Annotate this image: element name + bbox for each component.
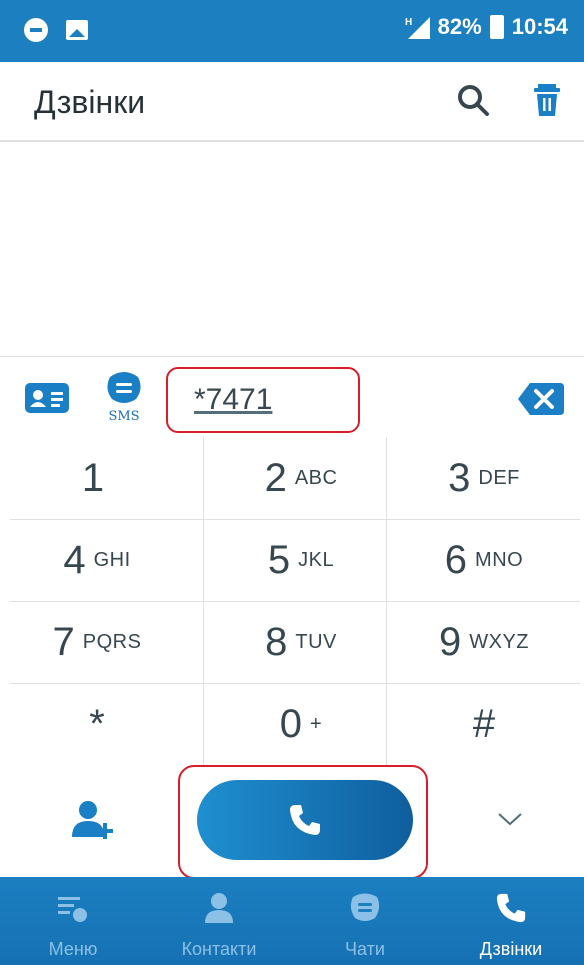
- battery-percent: 82%: [437, 14, 482, 39]
- backspace-icon[interactable]: [516, 381, 566, 417]
- bottom-nav: Меню Контакти Чати Дзвінки: [0, 877, 584, 965]
- contact-card-icon[interactable]: [25, 383, 69, 413]
- nav-label: Дзвінки: [479, 939, 543, 959]
- phone-icon: [496, 893, 526, 923]
- key-letters: WXYZ: [469, 630, 530, 653]
- page-title: Дзвінки: [34, 84, 146, 120]
- key-9[interactable]: 9 WXYZ: [387, 601, 581, 683]
- key-letters: ABC: [294, 466, 338, 489]
- search-icon[interactable]: [455, 82, 491, 118]
- nav-item-contacts[interactable]: Контакти: [146, 877, 292, 965]
- key-2[interactable]: 2 ABC: [204, 437, 398, 519]
- key-digit: *: [89, 701, 105, 746]
- key-6[interactable]: 6 MNO: [387, 519, 581, 601]
- status-bar: H 82% 10:54: [0, 0, 584, 62]
- chevron-down-icon[interactable]: [495, 809, 525, 829]
- key-4[interactable]: 4 GHI: [0, 519, 194, 601]
- battery-icon: [489, 15, 504, 39]
- key-digit: 3: [448, 455, 471, 500]
- key-digit: 8: [265, 619, 288, 664]
- key-star[interactable]: *: [0, 683, 194, 765]
- key-digit: #: [472, 701, 496, 746]
- keypad: 1 2 ABC 3 DEF 4 GHI 5 JKL 6 MNO 7 PQRS 8 TUV 9W…: [0, 437, 584, 767]
- key-letters: JKL: [298, 548, 335, 571]
- key-digit: 7: [52, 619, 75, 664]
- sms-label: SMS: [108, 409, 140, 424]
- key-digit: 9: [438, 619, 462, 664]
- chat-icon: [350, 893, 380, 921]
- phone-icon: [290, 805, 320, 835]
- nav-label: Контакти: [181, 939, 257, 959]
- dialed-number: *7471: [194, 383, 273, 416]
- contacts-icon: [205, 893, 233, 923]
- key-0[interactable]: 0 +: [204, 683, 398, 765]
- key-digit: 1: [81, 455, 105, 500]
- delete-icon[interactable]: [530, 80, 564, 120]
- clock: 10:54: [511, 14, 568, 39]
- svg-text:H: H: [405, 17, 412, 28]
- key-digit: 2: [264, 455, 287, 500]
- do-not-disturb-icon: [24, 18, 48, 42]
- key-digit: 4: [63, 537, 86, 582]
- nav-label: Меню: [48, 939, 98, 959]
- key-1[interactable]: 1: [0, 437, 194, 519]
- key-letters: +: [310, 712, 323, 735]
- sms-bubble-icon: [107, 372, 141, 403]
- key-letters: DEF: [478, 466, 520, 489]
- key-8[interactable]: 8 TUV: [204, 601, 398, 683]
- nav-label: Чати: [345, 939, 385, 959]
- menu-icon: [58, 897, 87, 922]
- call-row: [0, 765, 584, 879]
- key-3[interactable]: 3 DEF: [387, 437, 581, 519]
- key-letters: PQRS: [82, 630, 142, 653]
- key-digit: 0: [279, 701, 303, 746]
- key-letters: GHI: [93, 548, 131, 571]
- sms-button[interactable]: SMS: [104, 369, 144, 427]
- add-contact-icon[interactable]: [70, 799, 116, 841]
- nav-item-calls[interactable]: Дзвінки: [438, 877, 584, 965]
- key-7[interactable]: 7 PQRS: [0, 601, 194, 683]
- key-letters: TUV: [295, 630, 337, 653]
- dialer-input-row: SMS *7471: [0, 356, 584, 438]
- image-notification-icon: [66, 20, 88, 40]
- dialed-number-field[interactable]: *7471: [166, 367, 360, 433]
- key-hash[interactable]: #: [387, 683, 581, 765]
- key-letters: MNO: [475, 548, 524, 571]
- app-bar: Дзвінки: [0, 62, 584, 142]
- call-button[interactable]: [197, 780, 413, 860]
- key-digit: 5: [267, 537, 291, 582]
- key-5[interactable]: 5 JKL: [204, 519, 398, 601]
- nav-item-menu[interactable]: Меню: [0, 877, 146, 965]
- signal-icon: H: [405, 17, 430, 39]
- key-digit: 6: [444, 537, 468, 582]
- nav-item-chats[interactable]: Чати: [292, 877, 438, 965]
